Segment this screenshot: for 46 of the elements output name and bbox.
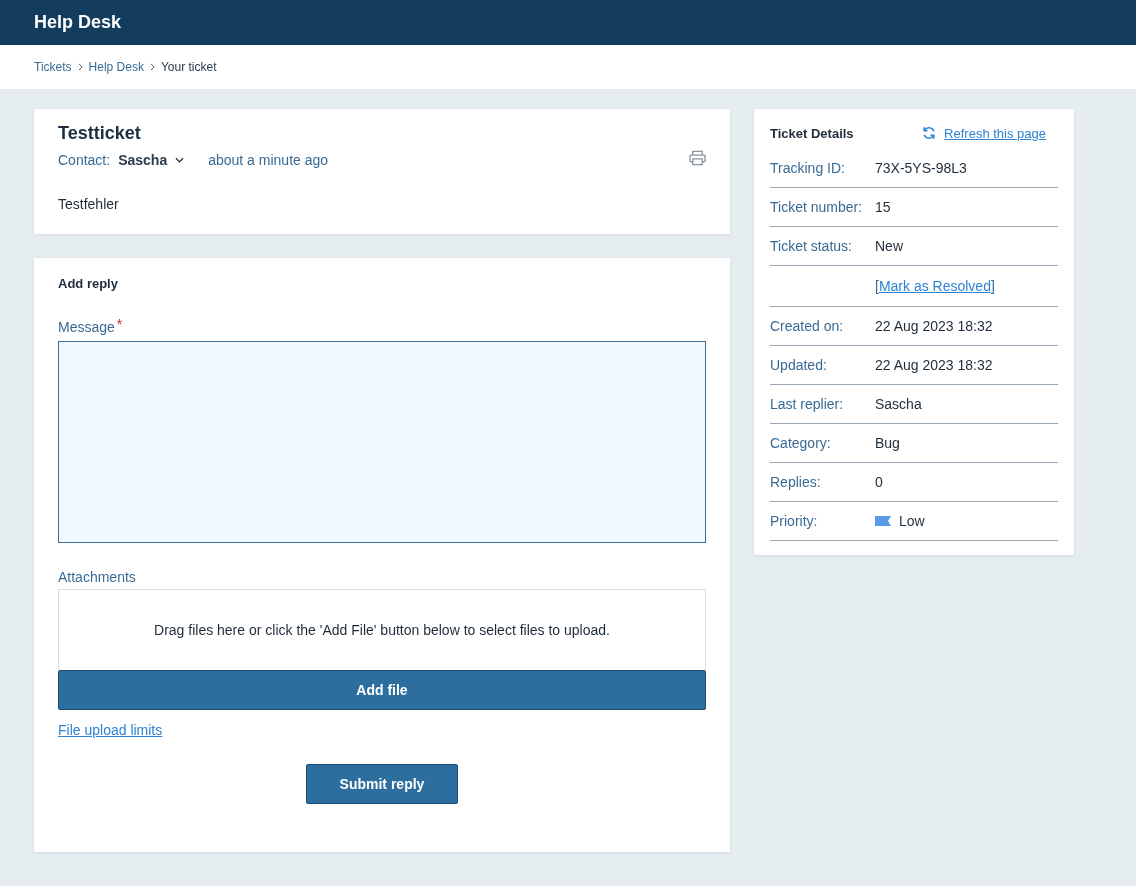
app-title: Help Desk (34, 12, 122, 33)
bracket: ] (990, 278, 995, 294)
detail-label: Category: (770, 435, 832, 451)
bracket: [ (875, 278, 879, 294)
detail-label: Created on: (770, 318, 845, 334)
drop-hint: Drag files here or click the 'Add File' button below to select files to upload. (154, 622, 610, 638)
refresh-link[interactable]: Refresh this page (944, 125, 1046, 141)
add-file-button[interactable]: Add file (58, 670, 706, 710)
refresh-icon[interactable] (922, 126, 937, 140)
ticket-subject: Testticket (58, 123, 142, 144)
print-icon[interactable] (689, 150, 706, 166)
chevron-icon (149, 63, 155, 71)
detail-value: Low (899, 513, 925, 529)
detail-label: Ticket status: (770, 238, 853, 254)
section-title: Add reply (58, 276, 119, 291)
breadcrumb-link[interactable]: Help Desk (88, 60, 144, 74)
ticket-message: Testfehler (58, 196, 120, 212)
detail-label: Replies: (770, 474, 822, 490)
ticket-time: about a minute ago (208, 152, 329, 168)
detail-value: New (875, 238, 903, 254)
required-mark: * (116, 319, 123, 329)
contact-label: Contact: (58, 152, 111, 168)
detail-value: 15 (875, 199, 891, 215)
detail-value: 22 Aug 2023 18:32 (875, 357, 993, 373)
resolve-link[interactable]: Mark as Resolved (878, 278, 991, 294)
chevron-down-icon (175, 157, 185, 163)
breadcrumb-link[interactable]: Tickets (34, 60, 72, 74)
detail-value: Sascha (875, 396, 922, 412)
detail-value: 22 Aug 2023 18:32 (875, 318, 993, 334)
upload-limits-link[interactable]: File upload limits (58, 722, 163, 738)
field-label: Message (58, 319, 115, 335)
detail-value: 73X-5YS-98L3 (875, 160, 967, 176)
field-label: Attachments (58, 569, 137, 585)
chevron-icon (77, 63, 83, 71)
detail-label: Ticket number: (770, 199, 864, 215)
detail-label: Last replier: (770, 396, 845, 412)
breadcrumb-current: Your ticket (160, 60, 217, 74)
detail-label: Tracking ID: (770, 160, 846, 176)
contact-dropdown[interactable]: Sascha (110, 152, 185, 168)
submit-button[interactable]: Submit reply (306, 764, 458, 804)
detail-value: Bug (875, 435, 900, 451)
section-title: Ticket Details (770, 125, 854, 141)
message-field[interactable] (58, 341, 706, 543)
detail-label: Updated: (770, 357, 828, 373)
detail-value: 0 (875, 474, 883, 490)
detail-label: Priority: (770, 513, 819, 529)
